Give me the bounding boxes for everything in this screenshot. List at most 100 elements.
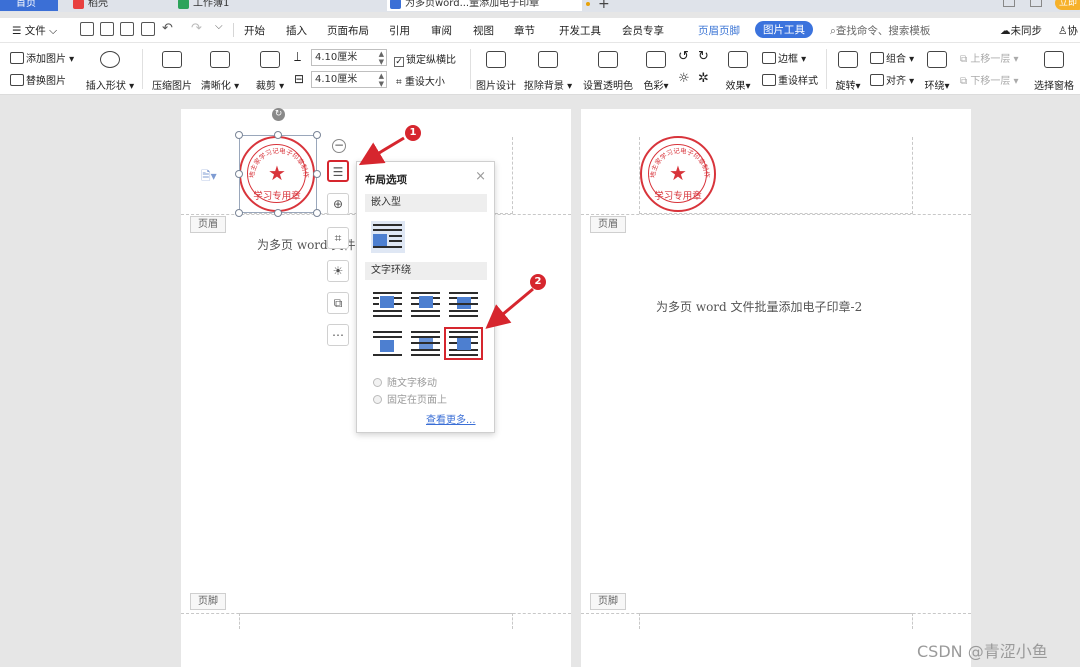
export-icon[interactable] (100, 22, 114, 36)
command-search-label: 查找命令、搜索模板 (835, 25, 931, 37)
customize-chevron-icon[interactable]: ⌵ (215, 21, 223, 32)
sync-status[interactable]: ☁未同步 (1000, 23, 1042, 38)
reset-style-button[interactable]: 重设样式 (762, 72, 818, 87)
wrap-through-option[interactable] (447, 291, 480, 318)
menu-insert[interactable]: 插入 (286, 23, 307, 38)
share-button[interactable]: ♙协 (1058, 23, 1078, 38)
footer-label: 页脚 (190, 593, 226, 610)
menu-references[interactable]: 引用 (389, 23, 410, 38)
footer-area[interactable] (239, 613, 513, 629)
wrap-button[interactable]: 环绕▾ (922, 51, 952, 93)
height-stepper-icon[interactable]: ▲ ▼ (379, 50, 384, 66)
tab-docer[interactable]: 稻壳 (70, 0, 170, 11)
width-input[interactable]: 4.10厘米 ▲ ▼ (311, 71, 387, 88)
move-with-text-label: 随文字移动 (387, 378, 437, 389)
lock-ratio-checkbox[interactable]: ✓ 锁定纵横比 (394, 51, 456, 67)
send-backward-button[interactable]: ⧉ 下移一层 ▾ (960, 72, 1019, 87)
effects-button[interactable]: 效果▾ (722, 51, 754, 93)
command-search[interactable]: ⌕查找命令、搜索模板 (830, 23, 930, 38)
align-button[interactable]: 对齐 ▾ (870, 72, 914, 87)
add-picture-button[interactable]: 添加图片 ▾ (10, 50, 74, 65)
resize-handle[interactable] (235, 170, 243, 178)
wrap-square-option[interactable] (371, 291, 404, 318)
menu-separator (233, 23, 234, 37)
width-stepper-icon[interactable]: ▲ ▼ (379, 72, 384, 88)
print-icon[interactable] (120, 22, 134, 36)
collapse-icon[interactable]: − (332, 139, 346, 153)
see-more-link[interactable]: 查看更多... (426, 411, 476, 426)
crop-button[interactable]: 裁剪 ▾ (252, 51, 288, 93)
remove-background-button[interactable]: 抠除背景 ▾ (522, 51, 574, 93)
login-badge[interactable]: 立即 (1055, 0, 1080, 10)
border-button[interactable]: 边框 ▾ (762, 50, 806, 65)
wrap-tight-option[interactable] (409, 291, 442, 318)
resize-handle[interactable] (235, 209, 243, 217)
crop-float-button[interactable]: ⌗ (327, 227, 349, 249)
menu-member[interactable]: 会员专享 (622, 23, 664, 38)
file-menu[interactable]: ☰ 文件 ⌵ (12, 23, 57, 38)
resize-handle[interactable] (274, 131, 282, 139)
wrap-in-front-of-text-option[interactable] (444, 327, 483, 360)
menu-review[interactable]: 审阅 (431, 23, 452, 38)
stamp-image[interactable]: 地主家学习记电子印章制作 ★ 学习专用章 (640, 136, 716, 212)
undo-icon[interactable]: ↶ (162, 21, 173, 36)
bring-forward-button[interactable]: ⧉ 上移一层 ▾ (960, 50, 1019, 65)
menu-page-layout[interactable]: 页面布局 (327, 23, 369, 38)
reset-size-button[interactable]: ⌗ 重设大小 (396, 73, 445, 88)
insert-shape-button[interactable]: 插入形状 ▾ (84, 51, 136, 93)
send-backward-label: 下移一层 (970, 76, 1011, 87)
brightness-up-icon[interactable]: ☼ (678, 71, 690, 86)
resize-handle[interactable] (274, 209, 282, 217)
stamp-center-text: 学习专用章 (654, 191, 702, 202)
sharpen-button[interactable]: 清晰化 ▾ (198, 51, 242, 93)
wrap-inline-option[interactable] (371, 221, 405, 253)
new-tab-button[interactable]: + (598, 0, 610, 12)
menu-home[interactable]: 开始 (244, 23, 265, 38)
rotate-left-icon[interactable]: ↺ (678, 49, 689, 64)
resize-handle[interactable] (313, 170, 321, 178)
resize-handle[interactable] (235, 131, 243, 139)
selection-pane-button[interactable]: 选择窗格 (1032, 51, 1076, 93)
replace-picture-label: 替换图片 (26, 76, 66, 87)
picture-convert-button[interactable]: ⧉ (327, 292, 349, 314)
move-with-text-radio[interactable]: 随文字移动 (373, 374, 437, 389)
document-page-2[interactable]: 页眉 地主家学习记电子印章制作 ★ 学习专用章 为多页 word 文件批量添加电… (581, 109, 971, 667)
rotate-button[interactable]: 旋转▾ (832, 51, 864, 93)
layout-options-button[interactable]: ☰ (327, 160, 349, 182)
zoom-button[interactable]: ⊕ (327, 193, 349, 215)
tab-home[interactable]: 首页 (0, 0, 58, 11)
color-button[interactable]: 色彩▾ (640, 51, 672, 93)
group-button[interactable]: 组合 ▾ (870, 50, 914, 65)
more-button[interactable]: ⋯ (327, 324, 349, 346)
compress-picture-button[interactable]: 压缩图片 (150, 51, 194, 93)
close-icon[interactable]: × (475, 169, 486, 184)
window-grid-icon[interactable] (1030, 0, 1042, 7)
replace-picture-button[interactable]: 替换图片 (10, 72, 66, 87)
print-preview-icon[interactable] (141, 22, 155, 36)
menu-picture-tools[interactable]: 图片工具 (755, 21, 813, 38)
resize-handle[interactable] (313, 209, 321, 217)
tab-workbook[interactable]: 工作簿1 (175, 0, 375, 11)
picture-design-button[interactable]: 图片设计 (474, 51, 518, 93)
fix-on-page-radio[interactable]: 固定在页面上 (373, 391, 447, 406)
brightness-down-icon[interactable]: ✲ (698, 71, 709, 86)
height-input[interactable]: 4.10厘米 ▲ ▼ (311, 49, 387, 66)
idea-button[interactable]: ☀ (327, 260, 349, 282)
menu-section[interactable]: 章节 (514, 23, 535, 38)
footer-area[interactable] (639, 613, 913, 629)
wrap-behind-text-option[interactable] (409, 330, 442, 357)
tab-document[interactable]: 为多页word...量添加电子印章 (387, 0, 590, 11)
window-layout-icon[interactable] (1003, 0, 1015, 7)
menu-developer[interactable]: 开发工具 (559, 23, 601, 38)
resize-handle[interactable] (313, 131, 321, 139)
menu-view[interactable]: 视图 (473, 23, 494, 38)
popup-title: 布局选项 (365, 174, 407, 186)
bring-forward-icon: ⧉ (960, 54, 968, 65)
rotate-handle-icon[interactable]: ↻ (272, 108, 285, 121)
set-transparent-button[interactable]: 设置透明色 (580, 51, 636, 93)
save-icon[interactable] (80, 22, 94, 36)
rotate-right-icon[interactable]: ↻ (698, 49, 709, 64)
wrap-top-bottom-option[interactable] (371, 330, 404, 357)
menu-header-footer[interactable]: 页眉页脚 (698, 23, 740, 38)
redo-icon[interactable]: ↷ (191, 21, 202, 36)
